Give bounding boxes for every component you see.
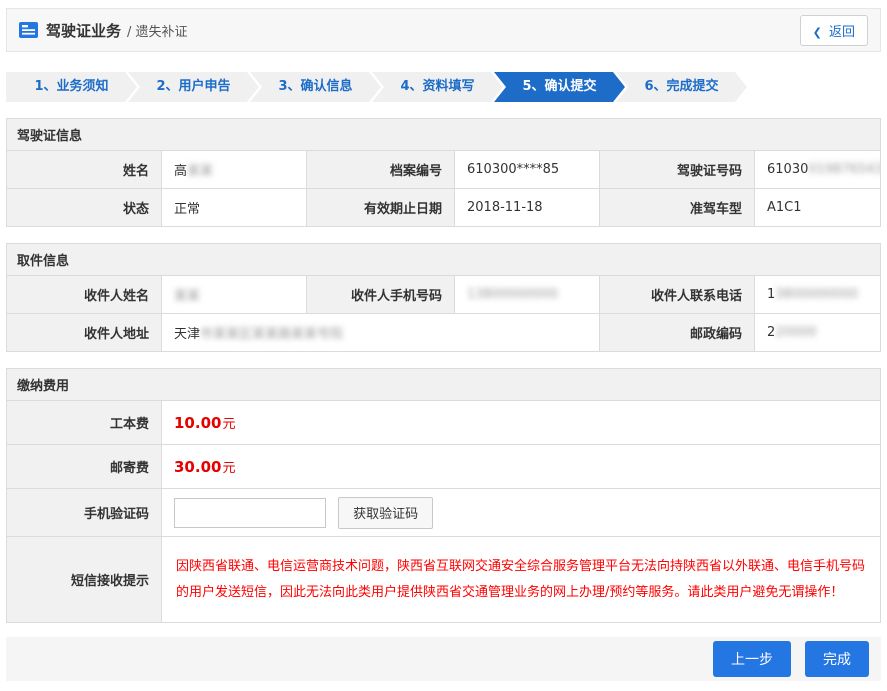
recipient-phone-masked: 3800000000: [775, 287, 858, 302]
production-fee-unit: 元: [222, 417, 235, 432]
fee-section-title: 缴纳费用: [7, 369, 881, 401]
step-5-confirm-submit: 5、确认提交: [494, 72, 625, 102]
finish-button[interactable]: 完成: [805, 641, 869, 677]
sms-notice-text: 因陕西省联通、电信运营商技术问题，陕西省互联网交通安全综合服务管理平台无法向持陕…: [176, 554, 866, 606]
table-row: 邮寄费 30.00元: [7, 445, 881, 489]
recipient-name-masked: 某某: [174, 289, 200, 304]
step-2-user-declaration: 2、用户申告: [128, 72, 259, 102]
step-6-complete-submit: 6、完成提交: [616, 72, 747, 102]
step-3-confirm-info: 3、确认信息: [250, 72, 381, 102]
footer-actions: 上一步 完成: [6, 637, 881, 681]
name-masked: 某某: [187, 164, 213, 179]
postage-fee-value: 30.00元: [162, 445, 881, 489]
sms-notice-cell: 因陕西省联通、电信运营商技术问题，陕西省互联网交通安全综合服务管理平台无法向持陕…: [162, 537, 881, 623]
page: 驾驶证业务 / 遗失补证 ❮ 返回 1、业务须知 2、用户申告 3、确认信息 4…: [0, 0, 887, 691]
sms-code-input[interactable]: [174, 498, 326, 528]
page-title: 驾驶证业务: [46, 20, 121, 41]
recipient-address-masked: 市某某区某某路某某号院: [200, 327, 343, 342]
name-value: 高某某: [162, 151, 307, 189]
status-label: 状态: [7, 189, 162, 227]
page-header: 驾驶证业务 / 遗失补证 ❮ 返回: [6, 8, 881, 52]
file-number-value: 610300****85: [455, 151, 600, 189]
sms-code-label: 手机验证码: [7, 489, 162, 537]
sms-notice-label: 短信接收提示: [7, 537, 162, 623]
recipient-mobile-label: 收件人手机号码: [307, 276, 455, 314]
postage-fee-unit: 元: [222, 461, 235, 476]
back-button[interactable]: ❮ 返回: [800, 15, 868, 46]
recipient-phone-label: 收件人联系电话: [600, 276, 755, 314]
step-4-fill-data: 4、资料填写: [372, 72, 503, 102]
table-row: 收件人地址 天津市某某区某某路某某号院 邮政编码 220000: [7, 314, 881, 352]
name-label: 姓名: [7, 151, 162, 189]
sms-code-cell: 获取验证码: [162, 489, 881, 537]
postcode-value: 220000: [755, 314, 881, 352]
postage-fee-amount: 30.00: [174, 458, 221, 476]
back-arrow-icon: ❮: [813, 26, 822, 39]
recipient-mobile-masked: 13800000000: [467, 287, 558, 302]
recipient-phone-value: 13800000000: [755, 276, 881, 314]
recipient-address-value: 天津市某某区某某路某某号院: [162, 314, 600, 352]
vehicle-class-label: 准驾车型: [600, 189, 755, 227]
status-value: 正常: [162, 189, 307, 227]
vehicle-class-value: A1C1: [755, 189, 881, 227]
postcode-label: 邮政编码: [600, 314, 755, 352]
table-row: 收件人姓名 某某 收件人手机号码 13800000000 收件人联系电话 138…: [7, 276, 881, 314]
recipient-address-visible: 天津: [174, 327, 200, 342]
name-visible: 高: [174, 164, 187, 179]
license-number-masked: 01987654321: [808, 162, 880, 177]
license-number-value: 6103001987654321: [755, 151, 881, 189]
recipient-mobile-value: 13800000000: [455, 276, 600, 314]
license-number-label: 驾驶证号码: [600, 151, 755, 189]
license-number-visible: 61030: [767, 162, 808, 177]
license-info-section: 驾驶证信息 姓名 高某某 档案编号 610300****85 驾驶证号码 610…: [6, 118, 881, 227]
wizard-steps: 1、业务须知 2、用户申告 3、确认信息 4、资料填写 5、确认提交 6、完成提…: [6, 72, 881, 102]
production-fee-amount: 10.00: [174, 414, 221, 432]
file-number-label: 档案编号: [307, 151, 455, 189]
recipient-name-value: 某某: [162, 276, 307, 314]
expiry-date-value: 2018-11-18: [455, 189, 600, 227]
table-row: 短信接收提示 因陕西省联通、电信运营商技术问题，陕西省互联网交通安全综合服务管理…: [7, 537, 881, 623]
postage-fee-label: 邮寄费: [7, 445, 162, 489]
production-fee-value: 10.00元: [162, 401, 881, 445]
license-info-section-title: 驾驶证信息: [7, 119, 881, 151]
postcode-masked: 20000: [775, 325, 816, 340]
fee-section: 缴纳费用 工本费 10.00元 邮寄费 30.00元 手机验证码 获取验证码 短…: [6, 368, 881, 623]
back-label: 返回: [829, 25, 855, 40]
previous-step-button[interactable]: 上一步: [713, 641, 791, 677]
pickup-info-section-title: 取件信息: [7, 244, 881, 276]
recipient-address-label: 收件人地址: [7, 314, 162, 352]
page-subtitle: / 遗失补证: [127, 21, 188, 40]
pickup-info-section: 取件信息 收件人姓名 某某 收件人手机号码 13800000000 收件人联系电…: [6, 243, 881, 352]
expiry-date-label: 有效期止日期: [307, 189, 455, 227]
production-fee-label: 工本费: [7, 401, 162, 445]
table-row: 手机验证码 获取验证码: [7, 489, 881, 537]
table-row: 工本费 10.00元: [7, 401, 881, 445]
step-1-business-notice: 1、业务须知: [6, 72, 137, 102]
recipient-name-label: 收件人姓名: [7, 276, 162, 314]
table-row: 姓名 高某某 档案编号 610300****85 驾驶证号码 610300198…: [7, 151, 881, 189]
license-business-icon: [19, 22, 38, 38]
get-sms-code-button[interactable]: 获取验证码: [338, 497, 433, 529]
table-row: 状态 正常 有效期止日期 2018-11-18 准驾车型 A1C1: [7, 189, 881, 227]
